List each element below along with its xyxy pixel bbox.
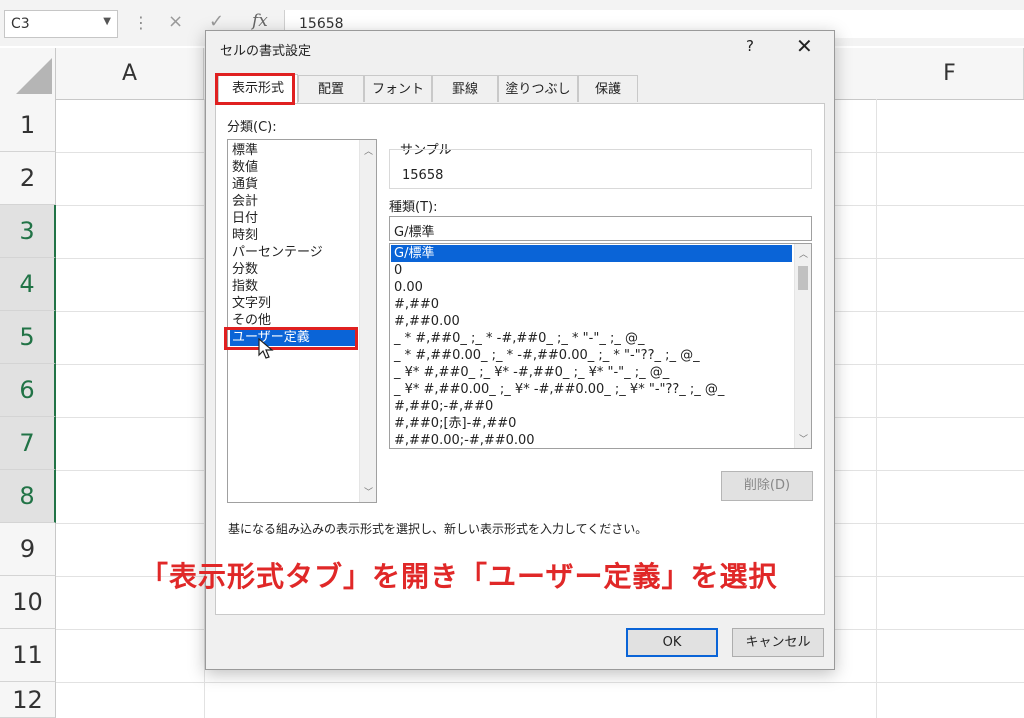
list-item[interactable]: 指数 — [232, 278, 258, 295]
format-list[interactable]: G/標準 0 0.00 #,##0 #,##0.00 _ * #,##0_ ;_… — [389, 243, 812, 449]
category-list[interactable]: 標準 数値 通貨 会計 日付 時刻 パーセンテージ 分数 指数 文字列 その他 … — [227, 139, 377, 503]
name-box-value: C3 — [11, 16, 30, 32]
list-item[interactable]: 日付 — [232, 210, 258, 227]
list-item[interactable]: パーセンテージ — [232, 244, 323, 261]
enter-icon[interactable]: ✓ — [209, 11, 224, 32]
row-header-4[interactable]: 4 — [0, 258, 56, 311]
row-header-1[interactable]: 1 — [0, 99, 56, 152]
scroll-up-icon[interactable]: ︿ — [364, 144, 373, 157]
select-all-triangle-icon — [16, 58, 52, 94]
row-header-5[interactable]: 5 — [0, 311, 56, 364]
sample-box: 15658 — [389, 149, 812, 189]
row-header-10[interactable]: 10 — [0, 576, 56, 629]
row-header-6[interactable]: 6 — [0, 364, 56, 417]
list-item[interactable]: 分数 — [232, 261, 258, 278]
list-item[interactable]: 標準 — [232, 142, 258, 159]
list-item[interactable]: _ ¥* #,##0_ ;_ ¥* -#,##0_ ;_ ¥* "-"_ ;_ … — [394, 364, 669, 381]
list-item[interactable]: 0.00 — [394, 279, 423, 296]
row-header-12[interactable]: 12 — [0, 682, 56, 718]
scroll-down-icon[interactable]: ﹀ — [364, 485, 373, 498]
list-item[interactable]: #,##0;[赤]-#,##0 — [394, 415, 516, 432]
list-item[interactable]: 時刻 — [232, 227, 258, 244]
type-input-value: G/標準 — [394, 225, 435, 240]
description-text: 基になる組み込みの表示形式を選択し、新しい表示形式を入力してください。 — [228, 522, 648, 536]
column-header-f[interactable]: F — [876, 48, 1024, 99]
list-item[interactable]: 通貨 — [232, 176, 258, 193]
list-item[interactable]: 会計 — [232, 193, 258, 210]
cancel-icon[interactable]: × — [168, 11, 183, 32]
category-scrollbar[interactable]: ︿ ﹀ — [359, 140, 376, 502]
tab-font[interactable]: フォント — [364, 75, 432, 102]
type-input[interactable]: G/標準 — [389, 216, 812, 241]
list-item[interactable]: _ * #,##0.00_ ;_ * -#,##0.00_ ;_ * "-"??… — [394, 347, 700, 364]
category-label: 分類(C): — [227, 120, 277, 135]
row-header-9[interactable]: 9 — [0, 523, 56, 576]
list-item[interactable]: #,##0;-#,##0 — [394, 398, 493, 415]
sample-value: 15658 — [402, 168, 444, 183]
scroll-up-icon[interactable]: ︿ — [799, 247, 808, 260]
dialog-title: セルの書式設定 — [220, 44, 312, 59]
annotation-caption: 「表示形式タブ」を開き「ユーザー定義」を選択 — [140, 560, 778, 593]
list-item[interactable]: _ * #,##0_ ;_ * -#,##0_ ;_ * "-"_ ;_ @_ — [394, 330, 644, 347]
tab-fill[interactable]: 塗りつぶし — [498, 75, 578, 102]
mouse-cursor-icon — [258, 338, 274, 359]
list-item-selected[interactable]: G/標準 — [391, 245, 792, 262]
grid-line — [56, 682, 1024, 683]
row-header-2[interactable]: 2 — [0, 152, 56, 205]
list-item[interactable]: #,##0.00 — [394, 313, 460, 330]
row-header-3[interactable]: 3 — [0, 205, 56, 258]
tab-border[interactable]: 罫線 — [432, 75, 498, 102]
cancel-button[interactable]: キャンセル — [732, 628, 824, 657]
ok-button[interactable]: OK — [626, 628, 718, 657]
number-tab-panel: 分類(C): 標準 数値 通貨 会計 日付 時刻 パーセンテージ 分数 指数 文… — [215, 103, 825, 615]
chevron-down-icon[interactable]: ▼ — [103, 16, 111, 27]
list-item[interactable]: #,##0.00;-#,##0.00 — [394, 432, 535, 448]
format-scrollbar[interactable]: ︿ ﹀ — [794, 244, 811, 448]
list-item[interactable]: 数値 — [232, 159, 258, 176]
row-header-8[interactable]: 8 — [0, 470, 56, 523]
name-box[interactable]: C3 ▼ — [4, 10, 118, 38]
tab-alignment[interactable]: 配置 — [298, 75, 364, 102]
row-header-7[interactable]: 7 — [0, 417, 56, 470]
list-item[interactable]: #,##0 — [394, 296, 439, 313]
help-button[interactable]: ? — [746, 37, 754, 55]
type-label: 種類(T): — [389, 200, 438, 215]
column-header-a[interactable]: A — [56, 48, 204, 99]
row-header-11[interactable]: 11 — [0, 629, 56, 682]
tab-protection[interactable]: 保護 — [578, 75, 638, 102]
scroll-thumb[interactable] — [798, 266, 808, 290]
insert-function-icon[interactable]: fx — [252, 11, 268, 31]
close-icon[interactable]: ✕ — [796, 34, 813, 58]
list-item[interactable]: _ ¥* #,##0.00_ ;_ ¥* -#,##0.00_ ;_ ¥* "-… — [394, 381, 724, 398]
scroll-down-icon[interactable]: ﹀ — [799, 432, 808, 445]
list-item[interactable]: 0 — [394, 262, 402, 279]
more-icon: ⋮ — [133, 13, 149, 32]
grid-line — [876, 99, 877, 718]
category-highlight-box — [224, 327, 358, 350]
delete-button[interactable]: 削除(D) — [721, 471, 813, 501]
list-item[interactable]: 文字列 — [232, 295, 271, 312]
tab-highlight-box — [215, 73, 295, 105]
